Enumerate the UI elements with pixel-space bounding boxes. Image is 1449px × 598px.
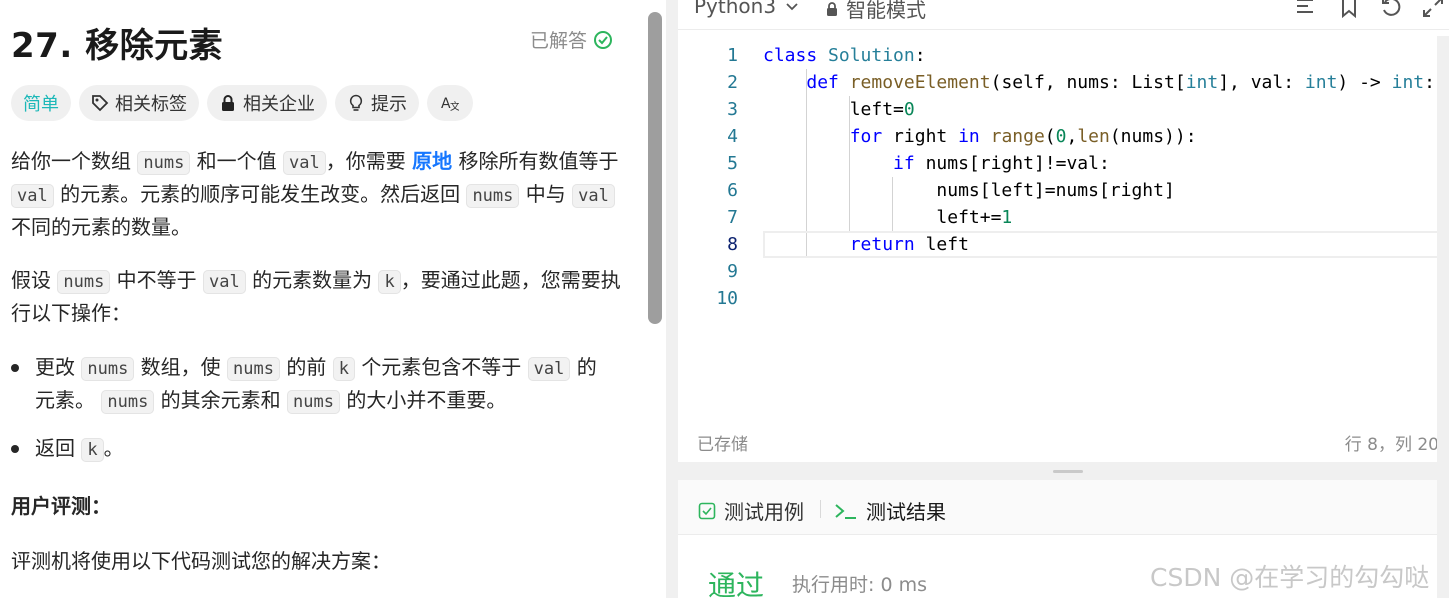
- related-companies-tag[interactable]: 相关企业: [207, 85, 327, 121]
- line-number: 4: [727, 126, 738, 147]
- inline-code: val: [11, 184, 54, 208]
- related-topics-label: 相关标签: [115, 94, 187, 115]
- description-scrollbar[interactable]: [648, 12, 662, 324]
- check-circle-icon: [594, 30, 613, 49]
- problem-statement: 给你一个数组 nums 和一个值 val ，你需要 原地 移除所有数值等于 val…: [11, 149, 619, 239]
- inline-code: k: [378, 270, 401, 294]
- code-editor[interactable]: Python3 智能模式 1 class Solution: 2 def remo…: [678, 0, 1449, 462]
- line-number: 2: [727, 72, 738, 93]
- mode-label: 智能模式: [846, 0, 926, 22]
- bookmark-icon[interactable]: [1338, 0, 1360, 18]
- code-line-current[interactable]: 8 return left: [678, 231, 1449, 258]
- svg-text:文: 文: [450, 100, 459, 112]
- save-status: 已存储: [697, 435, 748, 455]
- code-line[interactable]: 9: [678, 258, 1449, 285]
- smart-mode-toggle[interactable]: 智能模式: [824, 0, 926, 23]
- in-place-link[interactable]: 原地: [412, 149, 452, 173]
- line-number: 1: [727, 45, 738, 66]
- tab-test-results[interactable]: 测试结果: [834, 496, 946, 525]
- lock-icon: [222, 95, 234, 111]
- solved-status: 已解答: [530, 26, 613, 53]
- language-label: Python3: [694, 0, 777, 18]
- problem-requirement: 假设 nums 中不等于 val 的元素数量为 k ，要通过此题，您需要执行以下操…: [11, 268, 621, 325]
- inline-code: val: [572, 184, 615, 208]
- difficulty-tag[interactable]: 简单: [11, 85, 71, 121]
- cursor-position: 行 8，列 20: [1344, 435, 1439, 455]
- panel-resize-handle[interactable]: [666, 0, 678, 598]
- code-line[interactable]: 4 for right in range(0,len(nums)):: [678, 123, 1449, 150]
- section-text: 评测机将使用以下代码测试您的解决方案：: [11, 549, 391, 573]
- solved-label: 已解答: [530, 30, 588, 52]
- inline-code: nums: [287, 390, 340, 414]
- hint-label: 提示: [371, 94, 407, 115]
- problem-tags: 简单 相关标签 相关企业 提示 A文: [11, 85, 473, 121]
- code-line[interactable]: 10: [678, 285, 1449, 312]
- right-scroll-track: [1437, 36, 1449, 598]
- line-number: 3: [727, 99, 738, 120]
- inline-code: nums: [81, 357, 135, 381]
- language-select[interactable]: Python3: [694, 0, 800, 18]
- checkbox-icon: [698, 502, 716, 519]
- reset-icon[interactable]: [1380, 0, 1402, 18]
- inline-code: nums: [137, 151, 191, 175]
- list-item: 返回 k。: [11, 433, 611, 466]
- watermark: CSDN @在学习的勾勾哒: [1150, 563, 1430, 592]
- inline-code: k: [81, 438, 104, 462]
- code-line[interactable]: 1 class Solution:: [678, 42, 1449, 69]
- line-number: 9: [727, 261, 738, 282]
- resize-grip[interactable]: [1053, 470, 1083, 473]
- line-number: 5: [727, 153, 738, 174]
- editor-toolbar: Python3 智能模式: [678, 0, 1449, 30]
- lightbulb-icon: [349, 94, 363, 111]
- result-status: 通过: [708, 569, 765, 598]
- tab-test-cases-label: 测试用例: [724, 500, 804, 524]
- lock-icon: [827, 1, 837, 16]
- chevron-down-icon: [786, 3, 798, 11]
- format-icon[interactable]: [1294, 0, 1316, 18]
- list-item: 更改 nums 数组，使 nums 的前 k 个元素包含不等于 val 的元素。…: [11, 352, 611, 418]
- line-number: 10: [716, 288, 738, 309]
- code-line[interactable]: 5 if nums[right]!=val:: [678, 150, 1449, 177]
- line-number: 8: [727, 234, 738, 255]
- line-number: 7: [727, 207, 738, 228]
- code-line[interactable]: 3 left=0: [678, 96, 1449, 123]
- bullet-dot: [11, 445, 19, 453]
- inline-code: k: [332, 357, 355, 381]
- code-line[interactable]: 2 def removeElement(self, nums: List[int…: [678, 69, 1449, 96]
- translate-tag[interactable]: A文: [427, 85, 473, 121]
- code-area[interactable]: 1 class Solution: 2 def removeElement(sel…: [678, 42, 1449, 312]
- tag-icon: [92, 95, 109, 112]
- terminal-icon: [835, 503, 856, 519]
- editor-resize-handle[interactable]: [678, 462, 1449, 480]
- runtime-info: 执行用时: 0 ms: [792, 574, 927, 596]
- hint-tag[interactable]: 提示: [335, 85, 419, 121]
- result-tabs: 测试用例 测试结果: [678, 480, 1449, 535]
- tab-test-cases[interactable]: 测试用例: [698, 496, 804, 525]
- code-line[interactable]: 7 left+=1: [678, 204, 1449, 231]
- code-line[interactable]: 6 nums[left]=nums[right]: [678, 177, 1449, 204]
- related-companies-label: 相关企业: [243, 94, 315, 115]
- inline-code: nums: [57, 270, 111, 294]
- inline-code: nums: [466, 184, 520, 208]
- inline-code: val: [283, 151, 326, 175]
- inline-code: nums: [101, 390, 155, 414]
- problem-title: 27. 移除元素: [11, 26, 224, 66]
- problem-description-panel: 27. 移除元素 已解答 简单 相关标签 相关企业 提示 A文 给你一个数组 n…: [0, 0, 648, 598]
- difficulty-label: 简单: [23, 94, 59, 115]
- translate-icon: A文: [441, 96, 459, 112]
- fullscreen-icon[interactable]: [1422, 0, 1444, 18]
- line-number: 6: [727, 180, 738, 201]
- tab-test-results-label: 测试结果: [866, 500, 946, 524]
- bullet-dot: [11, 364, 19, 372]
- related-topics-tag[interactable]: 相关标签: [79, 85, 199, 121]
- tab-divider: [820, 500, 821, 518]
- inline-code: nums: [227, 357, 280, 381]
- inline-code: val: [203, 270, 246, 294]
- inline-code: val: [527, 357, 571, 381]
- section-heading: 用户评测：: [11, 494, 111, 518]
